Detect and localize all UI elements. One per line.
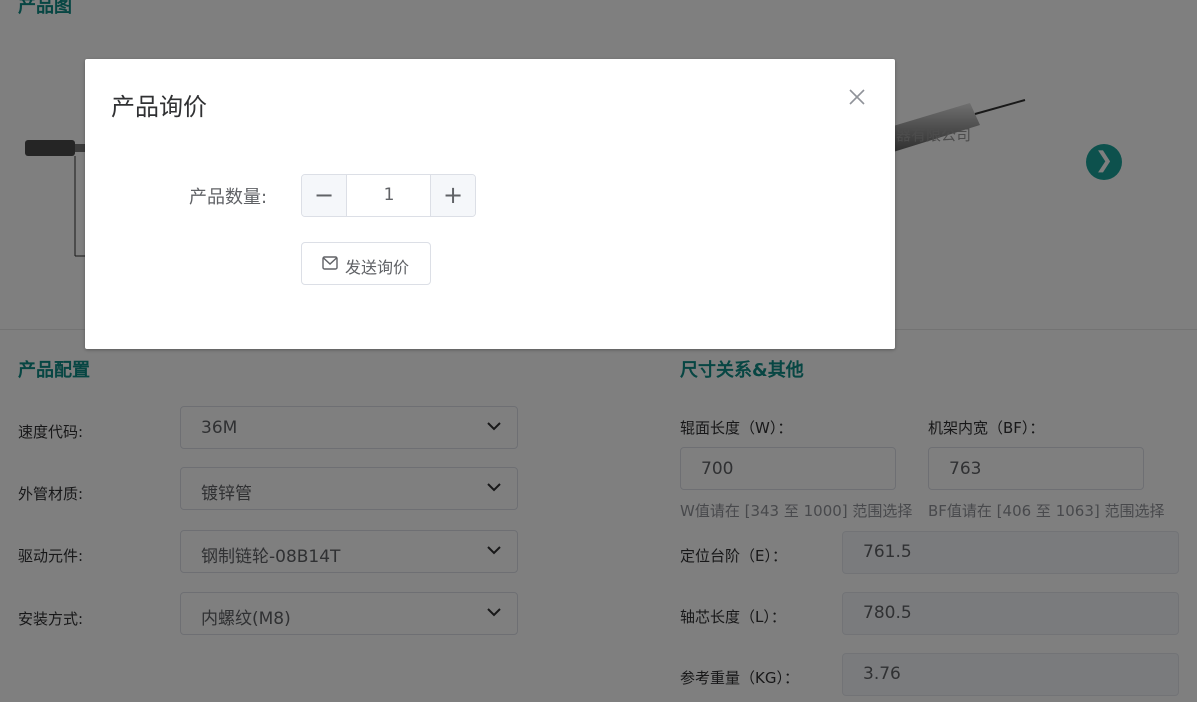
inquiry-dialog: 产品询价 产品数量: − + 发送询价: [85, 59, 895, 349]
close-icon[interactable]: [847, 87, 867, 107]
decrement-button[interactable]: −: [302, 175, 347, 216]
increment-button[interactable]: +: [430, 175, 475, 216]
quantity-input[interactable]: [347, 175, 431, 216]
send-inquiry-button[interactable]: 发送询价: [301, 242, 431, 285]
send-inquiry-label: 发送询价: [345, 258, 410, 277]
dialog-title: 产品询价: [111, 93, 207, 121]
mail-icon: [322, 256, 338, 270]
quantity-stepper: − +: [301, 174, 476, 217]
quantity-label: 产品数量:: [189, 187, 268, 208]
